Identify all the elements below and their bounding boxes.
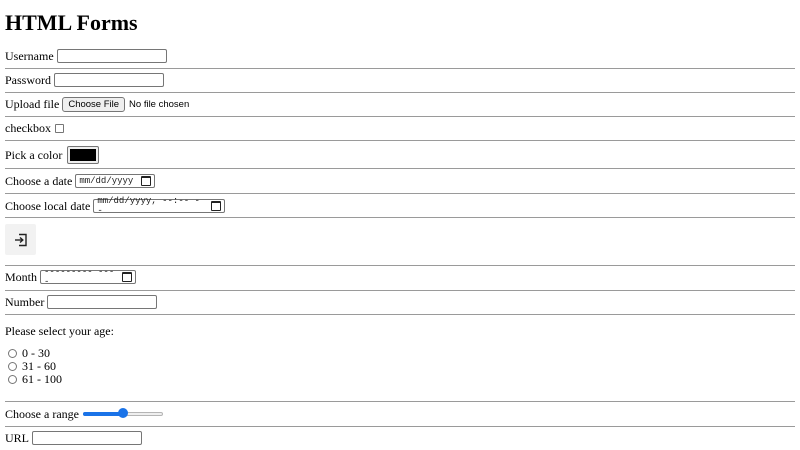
date-row: Choose a date mm/dd/yyyy <box>5 170 795 192</box>
divider <box>5 168 795 169</box>
date-label: Choose a date <box>5 173 73 188</box>
checkbox-row: checkbox <box>5 117 795 139</box>
calendar-icon[interactable] <box>141 176 152 186</box>
url-label: URL <box>5 430 29 445</box>
radio-button[interactable] <box>8 374 17 384</box>
radio-button[interactable] <box>8 361 17 371</box>
username-input[interactable] <box>56 49 167 63</box>
calendar-icon[interactable] <box>211 201 222 211</box>
divider <box>5 140 795 141</box>
upload-row: Upload file Choose File No file chosen <box>5 93 795 115</box>
divider <box>5 193 795 194</box>
range-fill <box>82 412 123 416</box>
login-icon <box>14 233 27 246</box>
checkbox-label: checkbox <box>5 120 51 135</box>
age-option-label: 61 - 100 <box>22 371 62 386</box>
radio-button[interactable] <box>8 348 17 358</box>
month-placeholder: --------- ---- <box>44 267 115 287</box>
number-label: Number <box>5 294 45 309</box>
month-row: Month --------- ---- <box>5 266 795 288</box>
age-question: Please select your age: <box>5 323 114 338</box>
calendar-icon[interactable] <box>122 272 133 282</box>
checkbox-input[interactable] <box>54 123 64 133</box>
color-swatch <box>70 149 97 161</box>
age-option[interactable]: 61 - 100 <box>5 372 795 386</box>
username-row: Username <box>5 45 795 67</box>
range-row: Choose a range <box>5 403 795 425</box>
url-input[interactable] <box>32 431 142 445</box>
range-slider[interactable] <box>82 408 163 420</box>
number-row: Number <box>5 291 795 313</box>
age-option[interactable]: 0 - 30 <box>5 346 795 360</box>
local-date-label: Choose local date <box>5 198 91 213</box>
color-row: Pick a color <box>5 143 795 167</box>
age-option[interactable]: 31 - 60 <box>5 359 795 373</box>
divider <box>5 314 795 315</box>
divider <box>5 217 795 218</box>
url-row: URL <box>5 427 795 449</box>
password-input[interactable] <box>54 73 165 87</box>
age-question-row: Please select your age: <box>5 320 795 342</box>
username-label: Username <box>5 48 54 63</box>
image-submit-button[interactable] <box>5 224 36 255</box>
range-label: Choose a range <box>5 406 79 421</box>
choose-file-button[interactable]: Choose File <box>62 96 126 112</box>
number-input[interactable] <box>47 295 158 309</box>
range-thumb[interactable] <box>117 408 128 418</box>
month-label: Month <box>5 269 38 284</box>
password-label: Password <box>5 72 52 87</box>
page-title: HTML Forms <box>5 10 138 35</box>
divider <box>5 401 795 402</box>
color-label: Pick a color <box>5 147 63 162</box>
upload-label: Upload file <box>5 96 60 111</box>
local-date-placeholder: mm/dd/yyyy, --:-- -- <box>97 196 200 216</box>
date-placeholder: mm/dd/yyyy <box>79 176 134 186</box>
month-input[interactable]: --------- ---- <box>40 267 137 287</box>
password-row: Password <box>5 69 795 91</box>
file-status-text: No file chosen <box>129 98 190 110</box>
color-picker[interactable] <box>67 146 100 164</box>
local-date-input[interactable]: mm/dd/yyyy, --:-- -- <box>93 196 226 216</box>
local-date-row: Choose local date mm/dd/yyyy, --:-- -- <box>5 195 795 217</box>
date-input[interactable]: mm/dd/yyyy <box>75 174 156 188</box>
